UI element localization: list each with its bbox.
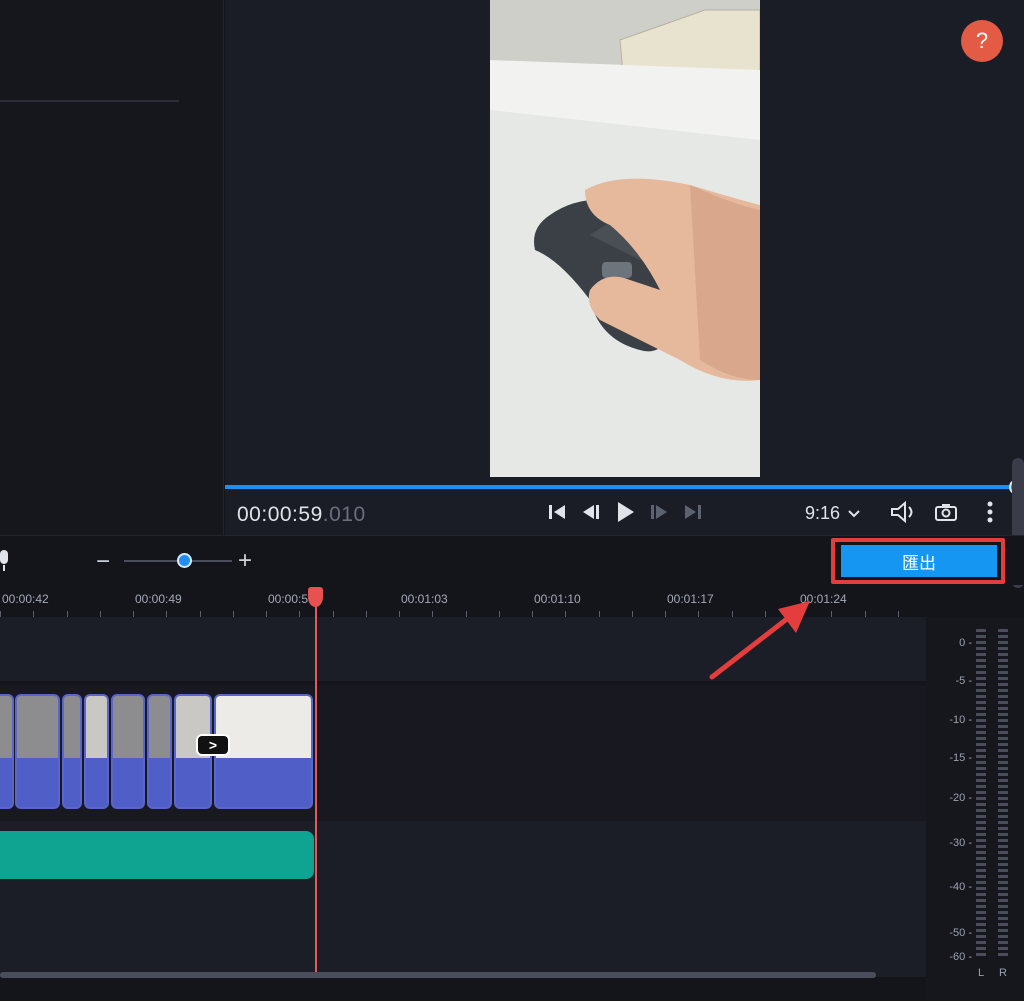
help-icon: ? bbox=[975, 28, 989, 53]
meter-right-channel bbox=[998, 629, 1008, 959]
meter-right-label: R bbox=[999, 967, 1007, 979]
frame-forward-icon bbox=[651, 505, 667, 519]
zoom-out-button[interactable]: − bbox=[96, 548, 110, 576]
panel-divider bbox=[0, 100, 179, 102]
skip-to-end-icon bbox=[685, 505, 701, 519]
preview-right-controls bbox=[890, 500, 1002, 524]
transport-controls bbox=[545, 500, 705, 524]
more-button[interactable] bbox=[978, 500, 1002, 524]
help-button[interactable]: ? bbox=[961, 20, 1003, 62]
timecode: 00:00:59.010 bbox=[237, 503, 366, 527]
video-clip[interactable] bbox=[0, 694, 14, 809]
ruler-label: 00:01:03 bbox=[401, 592, 448, 606]
timeline-toolbar: − + 匯出 bbox=[0, 535, 1024, 585]
preview-progress-bar[interactable] bbox=[225, 485, 1017, 489]
play-icon bbox=[618, 502, 634, 522]
meter-scale-label: -10 - bbox=[949, 714, 972, 726]
timeline-scrollbar[interactable] bbox=[0, 972, 876, 978]
meter-scale-label: -60 - bbox=[949, 951, 972, 963]
video-clip[interactable] bbox=[84, 694, 109, 809]
video-preview-frame bbox=[490, 0, 760, 477]
audio-clip[interactable] bbox=[0, 831, 314, 879]
video-clip[interactable] bbox=[15, 694, 60, 809]
audio-level-meter: L R 0 - -5 - -10 - -15 - -20 - -30 - -40 - -50 … bbox=[926, 617, 1024, 1001]
meter-left-channel bbox=[976, 629, 986, 959]
playhead-handle[interactable] bbox=[308, 587, 323, 607]
annotation-arrow bbox=[709, 601, 810, 680]
ruler-label: 00:00:42 bbox=[2, 592, 49, 606]
skip-to-end-button[interactable] bbox=[681, 500, 705, 524]
frame-back-button[interactable] bbox=[579, 500, 603, 524]
zoom-slider-knob[interactable] bbox=[177, 553, 192, 568]
playhead-line bbox=[315, 597, 317, 973]
meter-scale-label: -20 - bbox=[949, 792, 972, 804]
zoom-in-button[interactable]: + bbox=[238, 547, 252, 575]
media-panel bbox=[0, 0, 224, 535]
play-button[interactable] bbox=[613, 500, 637, 524]
aspect-ratio-dropdown[interactable]: 9:16 bbox=[805, 503, 860, 524]
frame-back-icon bbox=[583, 505, 599, 519]
ruler-label: 00:00:49 bbox=[135, 592, 182, 606]
export-button[interactable]: 匯出 bbox=[841, 545, 997, 577]
meter-scale-label: -30 - bbox=[949, 837, 972, 849]
progress-fill bbox=[225, 485, 1010, 489]
aspect-ratio-value: 9:16 bbox=[805, 503, 841, 523]
volume-button[interactable] bbox=[890, 500, 914, 524]
skip-to-start-button[interactable] bbox=[545, 500, 569, 524]
ruler-label: 00:00:5 bbox=[268, 592, 309, 606]
ruler-label: 00:01:10 bbox=[534, 592, 581, 606]
transition-icon[interactable]: > bbox=[196, 734, 230, 756]
camera-icon bbox=[935, 504, 957, 521]
timecode-ms: .010 bbox=[322, 503, 366, 526]
microphone-icon[interactable] bbox=[0, 550, 12, 572]
meter-scale-label: -40 - bbox=[949, 881, 972, 893]
more-vertical-icon bbox=[987, 501, 993, 523]
volume-icon bbox=[891, 501, 913, 523]
snapshot-button[interactable] bbox=[934, 500, 958, 524]
meter-scale-label: -50 - bbox=[949, 927, 972, 939]
meter-left-label: L bbox=[978, 967, 985, 979]
video-clip[interactable] bbox=[111, 694, 145, 809]
video-editor-window: ? 00:00:59.010 9:16 − + 匯出 00:00:42 00:0… bbox=[0, 0, 1024, 1001]
frame-forward-button[interactable] bbox=[647, 500, 671, 524]
skip-to-start-icon bbox=[549, 505, 565, 519]
preview-panel: ? 00:00:59.010 9:16 bbox=[225, 0, 1024, 535]
meter-scale-label: -5 - bbox=[955, 675, 973, 687]
timecode-main: 00:00:59 bbox=[237, 503, 323, 526]
chevron-down-icon bbox=[848, 509, 860, 517]
video-clip[interactable] bbox=[62, 694, 82, 809]
meter-scale-label: 0 - bbox=[959, 637, 972, 649]
meter-scale-label: -15 - bbox=[949, 752, 972, 764]
video-preview-image bbox=[490, 0, 760, 477]
video-clip[interactable] bbox=[147, 694, 172, 809]
